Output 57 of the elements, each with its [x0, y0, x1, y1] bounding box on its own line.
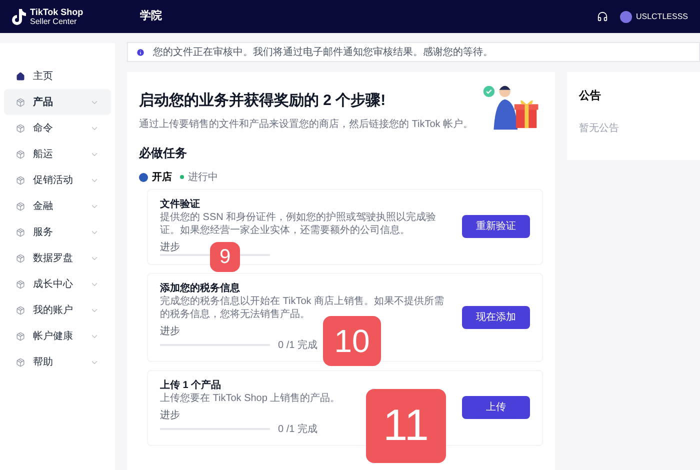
user-menu[interactable]: USLCTLESSS: [620, 10, 688, 22]
task-title: 添加您的税务信息: [160, 282, 241, 294]
home-icon: [16, 72, 25, 80]
menu-icon: [16, 228, 25, 236]
task-description: 上传您要在 TikTok Shop 上销售的产品。: [160, 392, 342, 404]
stage-label: 开店: [152, 170, 172, 184]
sidebar-item[interactable]: 促销活动: [4, 167, 111, 193]
nav-link[interactable]: 学院: [140, 8, 162, 25]
task-title: 上传 1 个产品: [160, 378, 222, 392]
menu-icon: [16, 98, 25, 106]
logo-text: TikTok Shop: [30, 8, 84, 16]
menu-icon: [16, 150, 25, 158]
sidebar-item[interactable]: 金融: [4, 193, 111, 219]
step-callout: 11: [366, 388, 446, 462]
sidebar-item[interactable]: 帮助: [4, 349, 111, 375]
menu-icon: [16, 124, 25, 132]
menu-icon: [16, 332, 25, 340]
support-icon[interactable]: [596, 11, 608, 22]
sidebar-item[interactable]: 成长中心: [4, 271, 111, 297]
task-button[interactable]: 重新验证: [462, 215, 530, 238]
sidebar-item[interactable]: 产品: [4, 89, 111, 115]
task-button[interactable]: 上传: [462, 396, 530, 419]
menu-icon: [16, 254, 25, 262]
progress-label: 进步: [160, 408, 180, 422]
sidebar-item[interactable]: 我的账户: [4, 297, 111, 323]
avatar-icon: [620, 10, 632, 22]
sidebar-item[interactable]: 命令: [4, 115, 111, 141]
progress-reading: 0 /1 完成: [278, 422, 318, 436]
notice-title: 公告: [579, 88, 602, 104]
progress-reading: 0 /1 完成: [278, 338, 318, 352]
step-callout: 9: [210, 242, 240, 272]
sidebar-item[interactable]: 主页: [4, 63, 111, 89]
sidebar-item[interactable]: 数据罗盘: [4, 245, 111, 271]
sidebar-item[interactable]: 船运: [4, 141, 111, 167]
sidebar-item[interactable]: 服务: [4, 219, 111, 245]
task-title: 文件验证: [160, 198, 201, 210]
task-button[interactable]: 现在添加: [462, 306, 530, 328]
progress-label: 进步: [160, 324, 180, 338]
page-title: 启动您的业务并获得奖励的 2 个步骤!: [139, 91, 387, 111]
stage-icon: [139, 172, 148, 182]
review-alert: 您的文件正在审核中。我们将通过电子邮件通知您审核结果。感谢您的等待。: [127, 42, 700, 62]
progress-label: 进步: [160, 240, 180, 254]
step-callout: 10: [323, 316, 381, 366]
info-icon: [136, 48, 145, 56]
page-subtitle: 通过上传要销售的文件和产品来设置您的商店，然后链接您的 TikTok 帐户。: [139, 118, 474, 132]
stage-status: 进行中: [188, 170, 218, 184]
menu-icon: [16, 202, 25, 210]
menu-icon: [16, 358, 25, 366]
menu-icon: [16, 280, 25, 288]
menu-icon: [16, 306, 25, 314]
logo-subtext: Seller Center: [30, 16, 77, 26]
task-description: 提供您的 SSN 和身份证件，例如您的护照或驾驶执照以完成验证。如果您经营一家企业实体，还需要额外的公司信息。: [160, 210, 438, 236]
menu-icon: [16, 176, 25, 184]
section-title: 必做任务: [139, 144, 188, 162]
sidebar-item[interactable]: 帐户健康: [4, 323, 111, 349]
logo-icon: [12, 8, 26, 24]
notice-empty: 暂无公告: [579, 122, 620, 136]
